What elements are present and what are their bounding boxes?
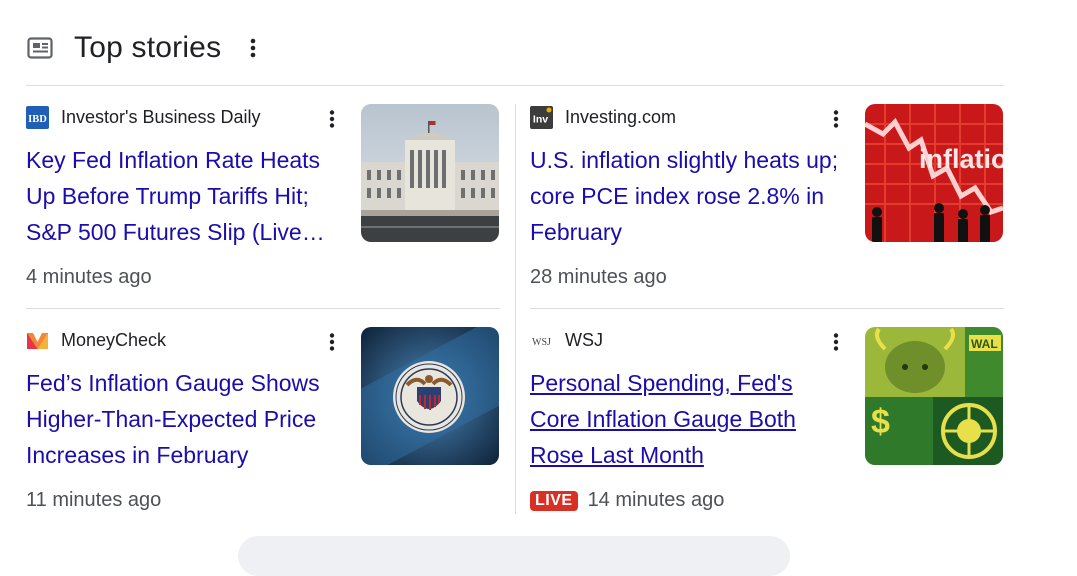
federal-reserve-seal-image[interactable] [361, 327, 499, 465]
live-badge: LIVE [530, 490, 578, 511]
story-headline[interactable]: Key Fed Inflation Rate Heats Up Before T… [26, 142, 344, 250]
more-options-icon[interactable] [324, 108, 340, 130]
time-label: 28 minutes ago [530, 266, 667, 288]
header-divider [26, 85, 1004, 86]
svg-text:WSJ: WSJ [532, 337, 551, 348]
svg-text:Inv: Inv [533, 113, 548, 125]
federal-reserve-building-image[interactable] [361, 104, 499, 242]
source-name: Investing.com [565, 106, 677, 127]
newspaper-icon [26, 34, 54, 62]
more-news-button[interactable] [238, 536, 790, 576]
story-source: MoneyCheck [26, 329, 166, 351]
source-name: MoneyCheck [61, 329, 167, 350]
story-card[interactable]: MoneyCheck Fed’s Inflation Gauge Shows H… [26, 327, 500, 517]
story-source: WSJ WSJ [530, 329, 603, 351]
story-source: IBD Investor's Business Daily [26, 105, 261, 129]
more-options-icon[interactable] [828, 331, 844, 353]
moneycheck-logo-icon [26, 329, 49, 352]
story-time: 11 minutes ago [26, 489, 161, 512]
story-time: 4 minutes ago [26, 266, 152, 289]
more-options-icon[interactable] [828, 108, 844, 130]
story-headline[interactable]: Personal Spending, Fed's Core Inflation … [530, 365, 848, 473]
more-options-icon[interactable] [243, 34, 263, 62]
svg-text:$: $ [871, 403, 890, 441]
story-headline[interactable]: U.S. inflation slightly heats up; core P… [530, 142, 848, 250]
more-options-icon[interactable] [324, 331, 340, 353]
row-divider-left [26, 308, 500, 309]
story-time: LIVE 14 minutes ago [530, 489, 724, 512]
section-header: Top stories [26, 28, 263, 68]
source-name: WSJ [565, 329, 603, 350]
wall-street-bull-image[interactable]: WAL $ [865, 327, 1003, 465]
story-card[interactable]: WSJ WSJ Personal Spending, Fed's Core In… [530, 327, 1004, 517]
story-card[interactable]: IBD Investor's Business Daily Key Fed In… [26, 104, 500, 294]
column-divider [515, 104, 516, 514]
time-label: 14 minutes ago [587, 489, 725, 511]
story-time: 28 minutes ago [530, 266, 667, 289]
story-card[interactable]: Inv Investing.com U.S. inflation slightl… [530, 104, 1004, 294]
ibd-logo-icon: IBD [26, 105, 49, 129]
time-label: 4 minutes ago [26, 266, 152, 288]
source-name: Investor's Business Daily [61, 106, 261, 127]
inflation-graph-image[interactable]: inflatio [865, 104, 1003, 242]
investing-logo-icon: Inv [530, 105, 553, 129]
svg-text:IBD: IBD [28, 114, 47, 125]
wsj-logo-icon: WSJ [530, 329, 553, 352]
thumbnail-text: WAL [971, 337, 998, 351]
time-label: 11 minutes ago [26, 489, 162, 511]
story-headline[interactable]: Fed’s Inflation Gauge Shows Higher-Than-… [26, 365, 344, 473]
story-source: Inv Investing.com [530, 105, 677, 129]
row-divider-right [530, 308, 1004, 309]
thumbnail-text: inflatio [919, 144, 1003, 174]
section-title: Top stories [74, 31, 222, 64]
